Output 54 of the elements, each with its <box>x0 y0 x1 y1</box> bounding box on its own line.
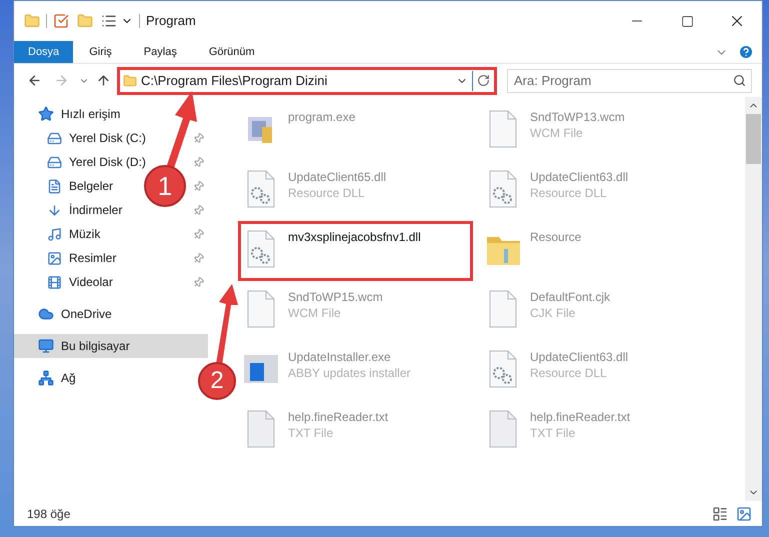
sidebar-item[interactable]: Hızlı erişim <box>14 102 128 126</box>
sidebar-item[interactable]: İndirmeler <box>47 201 122 219</box>
help-icon[interactable] <box>738 44 754 60</box>
file-type: WCM File <box>530 125 584 141</box>
network-icon <box>38 370 54 386</box>
sidebar-item[interactable]: Yerel Disk (C:) <box>47 129 146 147</box>
monitor-icon <box>38 338 54 354</box>
sidebar-item[interactable]: Resimler <box>47 249 116 267</box>
cloud-icon <box>38 306 54 322</box>
sidebar-item[interactable]: Bu bilgisayar <box>14 334 208 358</box>
back-icon[interactable] <box>27 73 42 88</box>
item-count: 198 öğe <box>27 506 70 522</box>
address-path[interactable]: C:\Program Files\Program Dizini <box>141 70 328 90</box>
document-icon <box>47 178 62 194</box>
file-type: WCM File <box>288 305 342 321</box>
ribbon-tab[interactable]: Paylaş <box>128 41 193 63</box>
address-bar[interactable]: C:\Program Files\Program Dizini <box>117 66 497 94</box>
file-type: TXT File <box>530 425 576 441</box>
search-icon[interactable] <box>733 74 746 86</box>
maximize-icon[interactable] <box>680 14 694 28</box>
sidebar-item[interactable]: OneDrive <box>14 302 120 326</box>
properties-icon[interactable] <box>101 13 117 29</box>
search-field[interactable]: Ara: Program <box>507 68 752 92</box>
sidebar-item[interactable]: Videolar <box>47 273 113 291</box>
ribbon-tab[interactable]: Dosya <box>14 41 74 63</box>
window-title: Program <box>146 12 196 30</box>
ribbon-tab[interactable]: Giriş <box>73 41 128 63</box>
folder-icon <box>123 74 137 88</box>
details-view-icon[interactable] <box>712 506 728 522</box>
drive-icon <box>47 154 62 170</box>
sidebar-item[interactable]: Ağ <box>14 366 84 390</box>
ribbon-tab[interactable]: Görünüm <box>192 41 271 63</box>
scroll-thumb[interactable] <box>746 114 761 164</box>
checklist-icon[interactable] <box>53 13 69 29</box>
scrollbar[interactable] <box>745 97 762 501</box>
file-type: Resource DLL <box>530 185 608 201</box>
large-icons-view-icon[interactable] <box>736 506 752 522</box>
sidebar-item[interactable]: Belgeler <box>47 177 114 195</box>
file-type: Resource DLL <box>530 365 608 381</box>
sidebar-item[interactable]: Yerel Disk (D:) <box>47 153 146 171</box>
up-icon[interactable] <box>96 73 111 88</box>
film-icon <box>47 274 62 290</box>
drive-icon <box>47 130 62 146</box>
file-type: ABBY updates installer <box>288 365 411 381</box>
file-type: Resource DLL <box>288 185 366 201</box>
star-icon <box>38 106 54 122</box>
music-note-icon <box>47 226 62 242</box>
refresh-icon[interactable] <box>477 74 490 87</box>
image-icon <box>47 250 62 266</box>
sidebar-item[interactable]: Müzik <box>47 225 100 243</box>
download-icon <box>47 202 62 218</box>
file-type: TXT File <box>288 425 334 441</box>
file-type: CJK File <box>530 305 576 321</box>
file-name[interactable]: mv3xsplinejacobsfnv1.dll <box>288 229 421 245</box>
